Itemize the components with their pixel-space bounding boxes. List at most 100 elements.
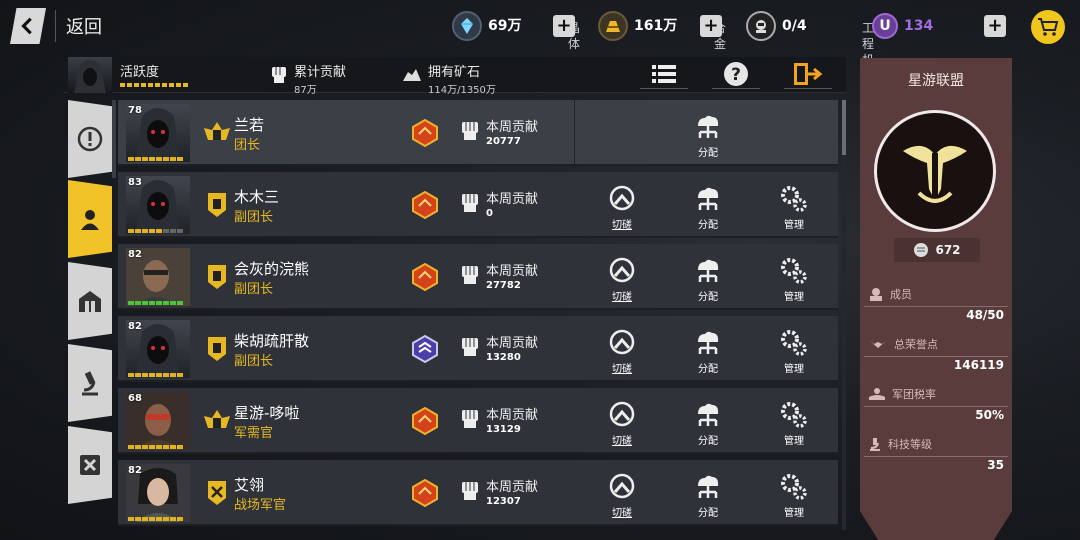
allocate-icon (698, 115, 719, 138)
microscope-icon (870, 438, 880, 451)
scrollbar-thumb[interactable] (842, 100, 846, 155)
alliance-panel: 星游联盟 672 成员 48/50 总荣誉点 146119 军团税率 50% 科… (860, 58, 1012, 540)
allocate-icon (698, 259, 719, 282)
activity-bar (120, 83, 188, 87)
manage-button[interactable]: 管理 (764, 256, 824, 306)
add-alloy-button[interactable]: + (700, 15, 722, 37)
duel-button[interactable]: 切磋 (592, 256, 652, 306)
player-avatar[interactable] (68, 57, 112, 93)
exit-alliance-button[interactable] (784, 59, 832, 89)
duel-button[interactable]: 切磋 (592, 472, 652, 522)
tier-badge-icon (410, 118, 440, 148)
manage-button[interactable]: 管理 (764, 328, 824, 378)
commander-rank-icon (202, 118, 232, 148)
activity-pips (128, 373, 183, 377)
tab-notice[interactable] (68, 100, 112, 178)
allocate-button[interactable]: 分配 (678, 256, 738, 306)
member-list-scrollbar[interactable] (842, 100, 846, 530)
member-row[interactable]: 82 柴胡疏肝散 副团长 本周贡献 13280 切磋 分配 管理 (118, 316, 838, 382)
tab-members[interactable] (68, 180, 112, 258)
member-avatar[interactable]: 82 (126, 320, 190, 378)
vice-commander-rank-icon (202, 262, 232, 292)
warehouse-icon (79, 291, 101, 312)
activity-pips (128, 301, 183, 305)
duel-button[interactable]: 切磋 (592, 400, 652, 450)
help-button[interactable]: ? (712, 59, 760, 89)
crystal-resource: 晶体69万 (452, 6, 580, 51)
row-divider (574, 100, 575, 166)
weekly-contrib-value: 13129 (486, 424, 521, 435)
stat-tech: 科技等级 35 (860, 432, 1012, 482)
allocate-button[interactable]: 分配 (678, 328, 738, 378)
member-avatar[interactable]: 83 (126, 176, 190, 234)
premium-currency: U 134 (872, 6, 933, 46)
stat-line (864, 356, 1008, 357)
svg-text:?: ? (731, 65, 741, 85)
member-name: 木木三 (234, 188, 280, 206)
tab-battle[interactable] (68, 426, 112, 504)
member-icon (870, 288, 882, 301)
duel-icon (609, 329, 635, 355)
allocate-button[interactable]: 分配 (678, 184, 738, 234)
robot-icon (746, 11, 776, 41)
member-role: 战场军官 (234, 498, 287, 513)
shop-cart-button[interactable] (1031, 10, 1065, 44)
tab-research[interactable] (68, 344, 112, 422)
list-view-button[interactable] (640, 59, 688, 89)
back-label[interactable]: 返回 (66, 13, 102, 39)
member-avatar[interactable]: 68 (126, 392, 190, 450)
member-row[interactable]: 68 星游-哆啦 军需官 本周贡献 13129 切磋 分配 管理 (118, 388, 838, 454)
member-row[interactable]: 82 艾翎 战场军官 本周贡献 12307 切磋 分配 管理 (118, 460, 838, 526)
question-icon: ? (724, 61, 748, 86)
manage-button[interactable]: 管理 (764, 472, 824, 522)
winged-emblem-icon (903, 145, 967, 203)
duel-label: 切磋 (612, 220, 632, 231)
member-level: 78 (128, 105, 142, 116)
member-role: 军需官 (234, 426, 274, 441)
member-avatar[interactable]: 82 (126, 248, 190, 306)
member-role: 副团长 (234, 210, 274, 225)
alliance-score-value: 672 (935, 243, 961, 257)
manage-button[interactable]: 管理 (764, 400, 824, 450)
duel-button[interactable]: 切磋 (592, 328, 652, 378)
member-avatar[interactable]: 78 (126, 104, 190, 162)
tab-base[interactable] (68, 262, 112, 340)
member-row[interactable]: 78 兰若 团长 本周贡献 20777 分配 (118, 100, 838, 166)
manage-button[interactable]: 管理 (764, 184, 824, 234)
stat-tax: 军团税率 50% (860, 382, 1012, 432)
member-level: 82 (128, 249, 142, 260)
allocate-label: 分配 (698, 220, 718, 231)
alliance-emblem[interactable] (874, 110, 996, 232)
member-avatar[interactable]: 82 (126, 464, 190, 522)
microscope-icon (82, 371, 98, 396)
duel-icon (609, 473, 635, 499)
stat-honor-label: 总荣誉点 (894, 338, 938, 351)
vice-commander-rank-icon (202, 190, 232, 220)
ore-label: 拥有矿石 (428, 65, 481, 80)
manage-label: 管理 (784, 292, 804, 303)
member-level: 82 (128, 465, 142, 476)
manage-label: 管理 (784, 436, 804, 447)
tier-badge-icon (410, 262, 440, 292)
weekly-contrib-label: 本周贡献 (486, 408, 539, 423)
robot-resource: 工程机器人0/4 (746, 6, 874, 99)
allocate-button[interactable]: 分配 (678, 472, 738, 522)
member-role: 副团长 (234, 282, 274, 297)
add-premium-button[interactable]: + (984, 15, 1006, 37)
duel-button[interactable]: 切磋 (592, 184, 652, 234)
allocate-label: 分配 (698, 148, 718, 159)
ore-value: 114万/1350万 (428, 85, 496, 96)
allocate-button[interactable]: 分配 (678, 112, 738, 162)
duel-label: 切磋 (612, 508, 632, 519)
stat-line (864, 456, 1008, 457)
member-level: 83 (128, 177, 142, 188)
allocate-button[interactable]: 分配 (678, 400, 738, 450)
member-row[interactable]: 82 会灰的浣熊 副团长 本周贡献 27782 切磋 分配 管理 (118, 244, 838, 310)
add-crystal-button[interactable]: + (553, 15, 575, 37)
gears-icon (781, 330, 807, 356)
back-button[interactable] (10, 8, 46, 44)
gears-icon (781, 186, 807, 212)
member-row[interactable]: 83 木木三 副团长 本周贡献 0 切磋 分配 管理 (118, 172, 838, 238)
allocate-label: 分配 (698, 508, 718, 519)
stat-tech-value: 35 (987, 458, 1004, 472)
